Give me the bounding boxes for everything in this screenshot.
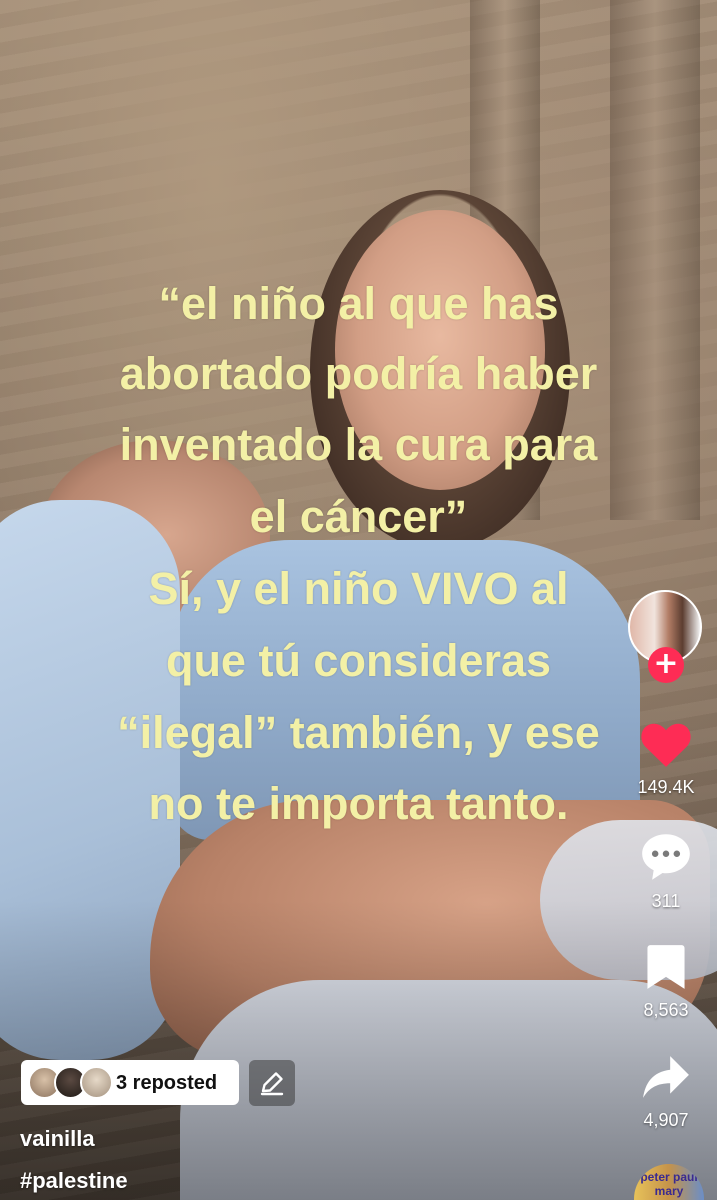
- share-count: 4,907: [643, 1110, 689, 1130]
- share-button[interactable]: 4,907: [620, 1053, 712, 1131]
- edit-button[interactable]: [249, 1060, 295, 1106]
- bottom-shade: [0, 900, 717, 1200]
- save-button[interactable]: 8,563: [620, 943, 712, 1021]
- caption-line: no te importa tanto.: [148, 778, 569, 829]
- heart-icon: [641, 723, 691, 767]
- repost-indicator[interactable]: 3 reposted: [21, 1060, 239, 1105]
- caption-line: que tú consideras: [165, 635, 552, 686]
- caption-line: inventado la cura para: [119, 419, 598, 470]
- caption-line: el cáncer”: [249, 491, 468, 542]
- comment-icon: [642, 834, 690, 880]
- caption-line: “ilegal” también, y ese: [117, 707, 600, 758]
- comment-count: 311: [651, 891, 681, 911]
- username[interactable]: vainilla: [20, 1126, 95, 1152]
- caption-line: abortado podría haber: [119, 348, 598, 399]
- like-count: 149.4K: [637, 777, 695, 797]
- caption-line: Sí, y el niño VIVO al: [148, 563, 569, 614]
- share-icon: [643, 1056, 689, 1098]
- hashtag-link[interactable]: #palestine: [20, 1168, 128, 1194]
- save-count: 8,563: [643, 1000, 689, 1020]
- music-disc-label: peter paul mary: [640, 1170, 698, 1198]
- bookmark-icon: [647, 945, 685, 989]
- comment-button[interactable]: 311: [620, 832, 712, 912]
- follow-button[interactable]: +: [648, 647, 684, 683]
- edit-pencil-icon: [260, 1072, 284, 1096]
- repost-label: 3 reposted: [116, 1072, 218, 1094]
- plus-icon: +: [653, 646, 679, 681]
- reposter-avatar: [80, 1066, 113, 1099]
- caption-line: “el niño al que has: [158, 278, 559, 329]
- like-button[interactable]: 149.4K: [620, 720, 712, 798]
